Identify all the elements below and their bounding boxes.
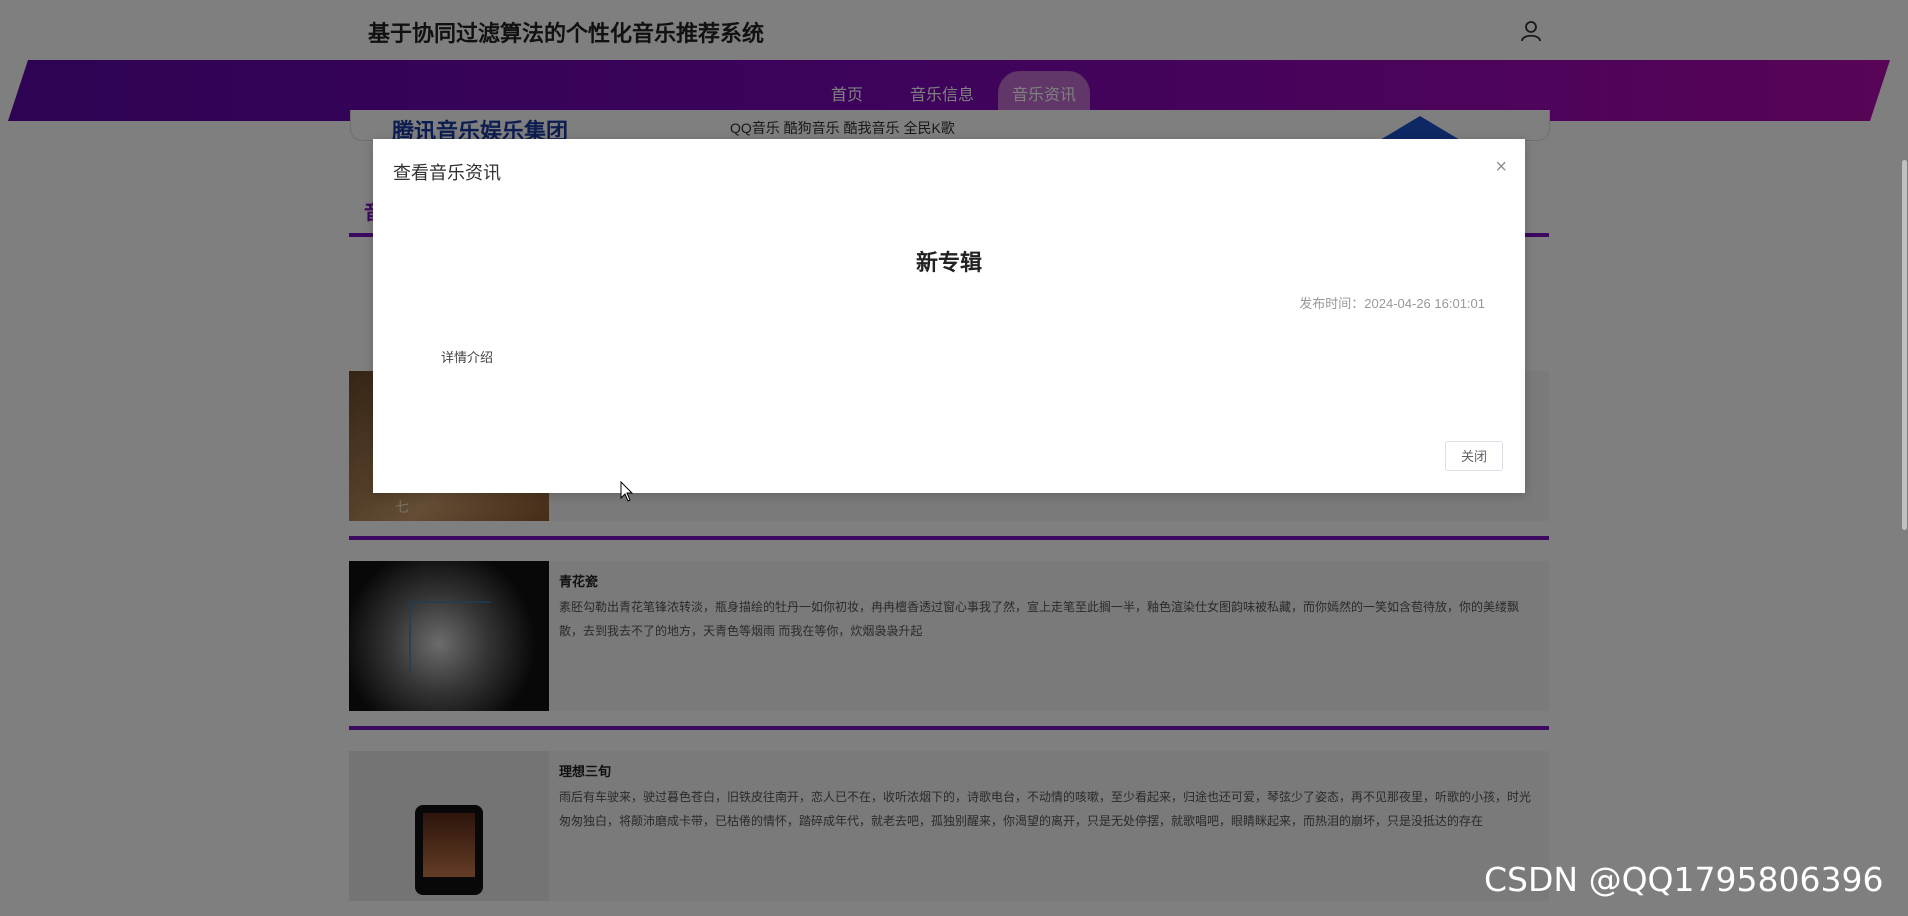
dialog-title: 查看音乐资讯 xyxy=(393,163,501,183)
close-icon[interactable]: × xyxy=(1495,157,1507,177)
article-title: 新专辑 xyxy=(915,250,982,275)
news-detail-dialog: 查看音乐资讯 × 新专辑 发布时间：2024-04-26 16:01:01 详情… xyxy=(373,139,1525,493)
publish-time: 发布时间：2024-04-26 16:01:01 xyxy=(1299,293,1485,312)
close-button[interactable]: 关闭 xyxy=(1445,441,1503,471)
watermark: CSDN @QQ1795806396 xyxy=(1484,860,1884,899)
detail-text: 详情介绍 xyxy=(441,350,494,365)
publish-time-value: 2024-04-26 16:01:01 xyxy=(1364,296,1485,311)
publish-time-label: 发布时间： xyxy=(1299,296,1365,311)
mouse-cursor-icon xyxy=(620,481,634,502)
page-scrollbar[interactable] xyxy=(1902,160,1907,530)
